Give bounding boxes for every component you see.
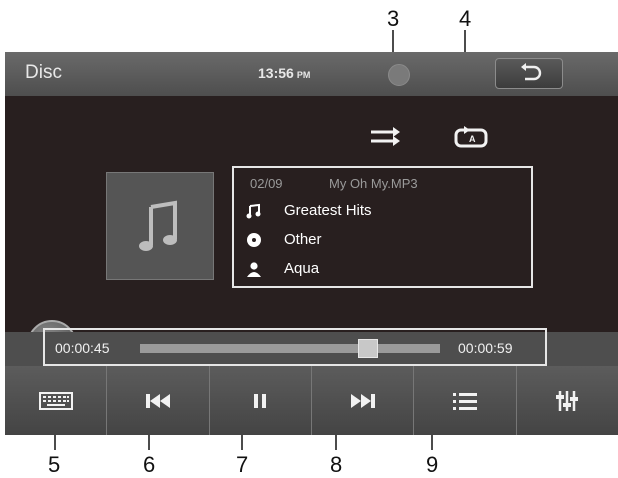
elapsed-time: 00:00:45 (55, 340, 110, 356)
genre-name: Other (284, 231, 322, 248)
keyboard-button[interactable] (5, 366, 108, 435)
callout-8: 8 (330, 452, 343, 477)
callout-5: 5 (48, 452, 61, 477)
callout-9: 9 (426, 452, 439, 477)
status-bar: Disc 13:56 PM (5, 52, 618, 96)
clock-ampm: PM (296, 70, 311, 80)
return-arrow-icon (521, 63, 542, 81)
clock-time: 13:56 (258, 65, 294, 81)
progress-bar-area: 00:00:45 00:00:59 (5, 328, 618, 366)
callout-3: 3 (387, 6, 400, 31)
track-number: 02/09 (250, 176, 283, 191)
callout-4: 4 (459, 6, 472, 31)
next-button[interactable] (312, 366, 415, 435)
music-note-icon (139, 200, 177, 251)
total-time: 00:00:59 (458, 340, 513, 356)
person-icon (247, 262, 261, 277)
album-name: Greatest Hits (284, 202, 372, 219)
album-art (106, 172, 214, 280)
clock: 13:56 PM (258, 65, 310, 81)
playlist-button[interactable] (414, 366, 517, 435)
disc-icon (247, 233, 261, 247)
now-playing-area: A 02/09 My Oh My.MP3 Greatest Hits Other… (5, 96, 618, 370)
track-filename: My Oh My.MP3 (329, 176, 418, 191)
callout-6: 6 (143, 452, 156, 477)
seek-thumb[interactable] (358, 339, 378, 358)
music-note-icon (246, 203, 261, 219)
source-title: Disc (25, 62, 62, 83)
head-unit-screen: Disc 13:56 PM A 02/09 My Oh My.MP3 Great… (5, 52, 618, 435)
previous-icon (145, 393, 170, 408)
seek-bar[interactable] (140, 339, 440, 358)
keyboard-icon (38, 391, 73, 410)
callout-7: 7 (236, 452, 249, 477)
artist-name: Aqua (284, 260, 320, 277)
back-button[interactable] (495, 58, 563, 89)
control-bar (5, 366, 618, 435)
svg-text:A: A (469, 134, 476, 144)
disc-indicator-icon (388, 64, 410, 86)
playlist-icon (452, 392, 477, 410)
next-icon (350, 393, 375, 408)
equalizer-button[interactable] (517, 366, 618, 435)
shuffle-icon[interactable] (367, 124, 403, 148)
track-info-panel: 02/09 My Oh My.MP3 Greatest Hits Other A… (232, 166, 533, 288)
previous-button[interactable] (107, 366, 210, 435)
equalizer-icon (556, 390, 579, 411)
pause-button[interactable] (210, 366, 312, 435)
repeat-a-icon[interactable]: A (452, 124, 490, 150)
pause-icon (254, 393, 267, 408)
